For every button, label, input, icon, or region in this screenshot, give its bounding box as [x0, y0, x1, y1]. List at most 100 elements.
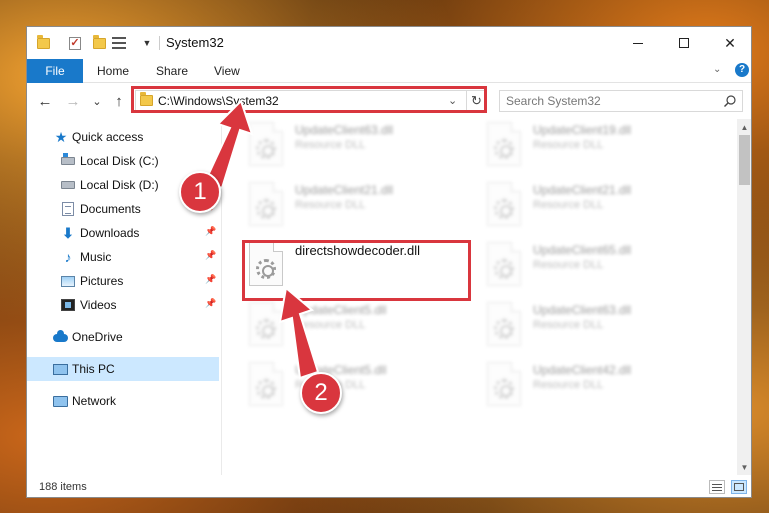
quick-access-customize-icon[interactable] [111, 35, 127, 51]
file-list: UpdateClient63.dll Resource DLL UpdateCl… [223, 119, 735, 475]
new-folder-icon[interactable] [91, 34, 107, 51]
music-icon: ♪ [64, 249, 72, 265]
file-type: Resource DLL [295, 199, 366, 211]
search-box[interactable] [499, 90, 743, 112]
file-name: directshowdecoder.dll [295, 243, 421, 258]
file-type: Resource DLL [533, 379, 604, 391]
pin-icon[interactable]: 📌 [205, 274, 216, 286]
dll-file-icon [249, 302, 283, 346]
file-name: UpdateClient5.dll [295, 303, 387, 317]
scroll-down-icon[interactable]: ▼ [737, 459, 751, 475]
tab-share[interactable]: Share [156, 59, 188, 83]
file-type: Resource DLL [533, 319, 604, 331]
status-bar: 188 items [27, 477, 751, 497]
file-type: Resource DLL [533, 259, 604, 271]
file-item[interactable]: UpdateClient21.dll Resource DLL [481, 177, 711, 233]
maximize-button[interactable] [661, 27, 707, 59]
pin-icon[interactable]: 📌 [205, 250, 216, 262]
recent-locations-button[interactable]: ⌄ [87, 90, 107, 112]
window-title: System32 [166, 35, 224, 50]
back-button[interactable]: ← [35, 90, 55, 112]
cloud-icon [52, 330, 68, 346]
file-item[interactable]: UpdateClient5.dll Resource DLL [243, 357, 473, 413]
pane-divider[interactable] [221, 119, 222, 475]
expand-ribbon-chevron-icon[interactable]: ⌄ [713, 64, 721, 75]
tab-file[interactable]: File [27, 59, 83, 83]
documents-icon [60, 201, 76, 217]
quick-access-dropdown-icon[interactable]: ▼ [139, 35, 155, 51]
file-name: UpdateClient63.dll [533, 303, 632, 317]
sidebar-item-this-pc[interactable]: This PC [27, 357, 219, 381]
file-item[interactable]: UpdateClient63.dll Resource DLL [243, 119, 473, 173]
address-bar[interactable]: C:\Windows\System32 ⌄ ↻ [135, 90, 485, 112]
file-item-directshowdecoder[interactable]: directshowdecoder.dll [243, 237, 473, 293]
step-badge-2: 2 [300, 372, 342, 414]
file-name: UpdateClient21.dll [295, 183, 394, 197]
scrollbar-thumb[interactable] [739, 135, 750, 185]
drive-icon [60, 153, 76, 169]
computer-icon [52, 361, 68, 377]
address-dropdown-icon[interactable]: ⌄ [448, 94, 457, 107]
forward-button[interactable]: → [63, 90, 83, 112]
minimize-icon [633, 42, 643, 44]
file-item[interactable]: UpdateClient21.dll Resource DLL [243, 177, 473, 233]
tab-home[interactable]: Home [97, 59, 129, 83]
vertical-scrollbar[interactable]: ▲ ▼ [737, 119, 751, 475]
file-name: UpdateClient63.dll [295, 123, 394, 137]
address-path[interactable]: C:\Windows\System32 [158, 94, 279, 108]
sidebar-item-label: OneDrive [72, 330, 123, 344]
sidebar-item-pictures[interactable]: Pictures 📌 [27, 269, 219, 293]
close-button[interactable]: ✕ [707, 27, 751, 59]
pin-icon[interactable]: 📌 [205, 298, 216, 310]
drive-icon [60, 177, 76, 193]
sidebar-item-label: Quick access [72, 130, 144, 144]
scroll-up-icon[interactable]: ▲ [737, 119, 751, 135]
address-folder-icon [140, 92, 153, 106]
pin-icon[interactable]: 📌 [205, 226, 216, 238]
file-name: UpdateClient42.dll [533, 363, 632, 377]
file-item[interactable]: UpdateClient42.dll Resource DLL [481, 357, 711, 413]
dll-file-icon [487, 362, 521, 406]
file-type: Resource DLL [295, 139, 366, 151]
up-button[interactable]: ↑ [109, 90, 129, 112]
navigation-bar: ← → ⌄ ↑ C:\Windows\System32 ⌄ ↻ [27, 85, 751, 117]
dll-file-icon [249, 122, 283, 166]
sidebar-item-quick-access[interactable]: ★ Quick access [27, 125, 219, 149]
downloads-icon: ⬇ [62, 224, 74, 241]
details-view-button[interactable] [709, 480, 725, 494]
sidebar-item-label: This PC [72, 362, 115, 376]
dll-file-icon [249, 242, 283, 286]
help-button[interactable]: ? [735, 63, 749, 77]
large-icons-view-button[interactable] [731, 480, 747, 494]
refresh-button[interactable]: ↻ [466, 91, 486, 111]
search-icon[interactable] [722, 93, 738, 109]
file-item[interactable]: UpdateClient5.dll Resource DLL [243, 297, 473, 353]
file-item[interactable]: UpdateClient19.dll Resource DLL [481, 119, 711, 173]
sidebar-item-label: Local Disk (C:) [80, 154, 159, 168]
dll-file-icon [487, 182, 521, 226]
properties-check-icon[interactable]: ✓ [67, 35, 83, 51]
sidebar-item-label: Documents [80, 202, 141, 216]
star-icon: ★ [54, 128, 68, 145]
dll-file-icon [249, 182, 283, 226]
tab-view[interactable]: View [214, 59, 240, 83]
file-name: UpdateClient65.dll [533, 243, 632, 257]
minimize-button[interactable] [615, 27, 661, 59]
sidebar-item-local-disk-c[interactable]: Local Disk (C:) [27, 149, 219, 173]
dll-file-icon [487, 122, 521, 166]
sidebar-item-downloads[interactable]: ⬇ Downloads 📌 [27, 221, 219, 245]
sidebar-item-label: Downloads [80, 226, 140, 240]
maximize-icon [679, 38, 689, 48]
file-type: Resource DLL [295, 319, 366, 331]
dll-file-icon [487, 242, 521, 286]
sidebar-item-label: Videos [80, 298, 117, 312]
sidebar-item-label: Local Disk (D:) [80, 178, 159, 192]
sidebar-item-videos[interactable]: Videos 📌 [27, 293, 219, 317]
sidebar-item-music[interactable]: ♪ Music 📌 [27, 245, 219, 269]
sidebar-item-network[interactable]: Network [27, 389, 219, 413]
file-item[interactable]: UpdateClient65.dll Resource DLL [481, 237, 711, 293]
pictures-icon [60, 273, 76, 289]
sidebar-item-onedrive[interactable]: OneDrive [27, 325, 219, 349]
file-item[interactable]: UpdateClient63.dll Resource DLL [481, 297, 711, 353]
search-input[interactable] [506, 94, 706, 108]
